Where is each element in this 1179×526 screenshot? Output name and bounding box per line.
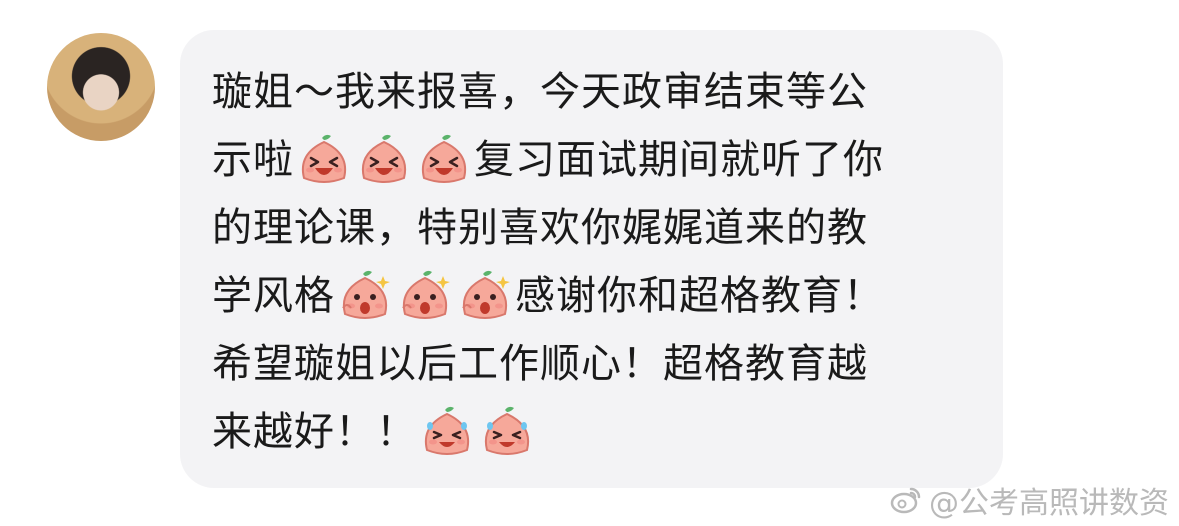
message-text: 来越好！！ [212, 409, 417, 455]
message-line: 示啦 复习面试期间就听了你 [212, 126, 973, 194]
amazed-peach-emoji [402, 270, 450, 319]
message-line: 璇姐～我来报喜，今天政审结束等公 [212, 58, 973, 126]
amazed-peach-emoji [342, 270, 390, 319]
message-text: 示啦 [212, 137, 294, 183]
laughing-peach-emoji [362, 134, 406, 183]
message-line: 的理论课，特别喜欢你娓娓道来的教 [212, 194, 973, 262]
watermark-text: @公考高照讲数资 [929, 486, 1169, 521]
message-text: 璇姐～我来报喜，今天政审结束等公 [212, 69, 868, 115]
message-text: 学风格 [212, 273, 335, 319]
message-text: 的理论课，特别喜欢你娓娓道来的教 [212, 205, 868, 251]
laughing-peach-emoji [302, 134, 346, 183]
sender-avatar[interactable] [47, 33, 155, 141]
message-text: 希望璇姐以后工作顺心！超格教育越 [212, 341, 868, 387]
weibo-icon [890, 487, 921, 514]
crying-laugh-peach-emoji [425, 406, 469, 455]
message-text: 复习面试期间就听了你 [474, 137, 884, 183]
message-line: 学风格 感谢你和超格教育！ [212, 262, 973, 330]
message-line: 来越好！！ [212, 398, 973, 466]
laughing-peach-emoji [422, 134, 466, 183]
message-line: 希望璇姐以后工作顺心！超格教育越 [212, 330, 973, 398]
watermark: @公考高照讲数资 [889, 478, 1169, 522]
message-text: 感谢你和超格教育！ [515, 273, 884, 319]
crying-laugh-peach-emoji [485, 406, 529, 455]
amazed-peach-emoji [462, 270, 510, 319]
chat-message-bubble: 璇姐～我来报喜，今天政审结束等公 示啦 复习面试期间就听了你的理论课，特别喜欢你娓娓… [180, 30, 1003, 488]
